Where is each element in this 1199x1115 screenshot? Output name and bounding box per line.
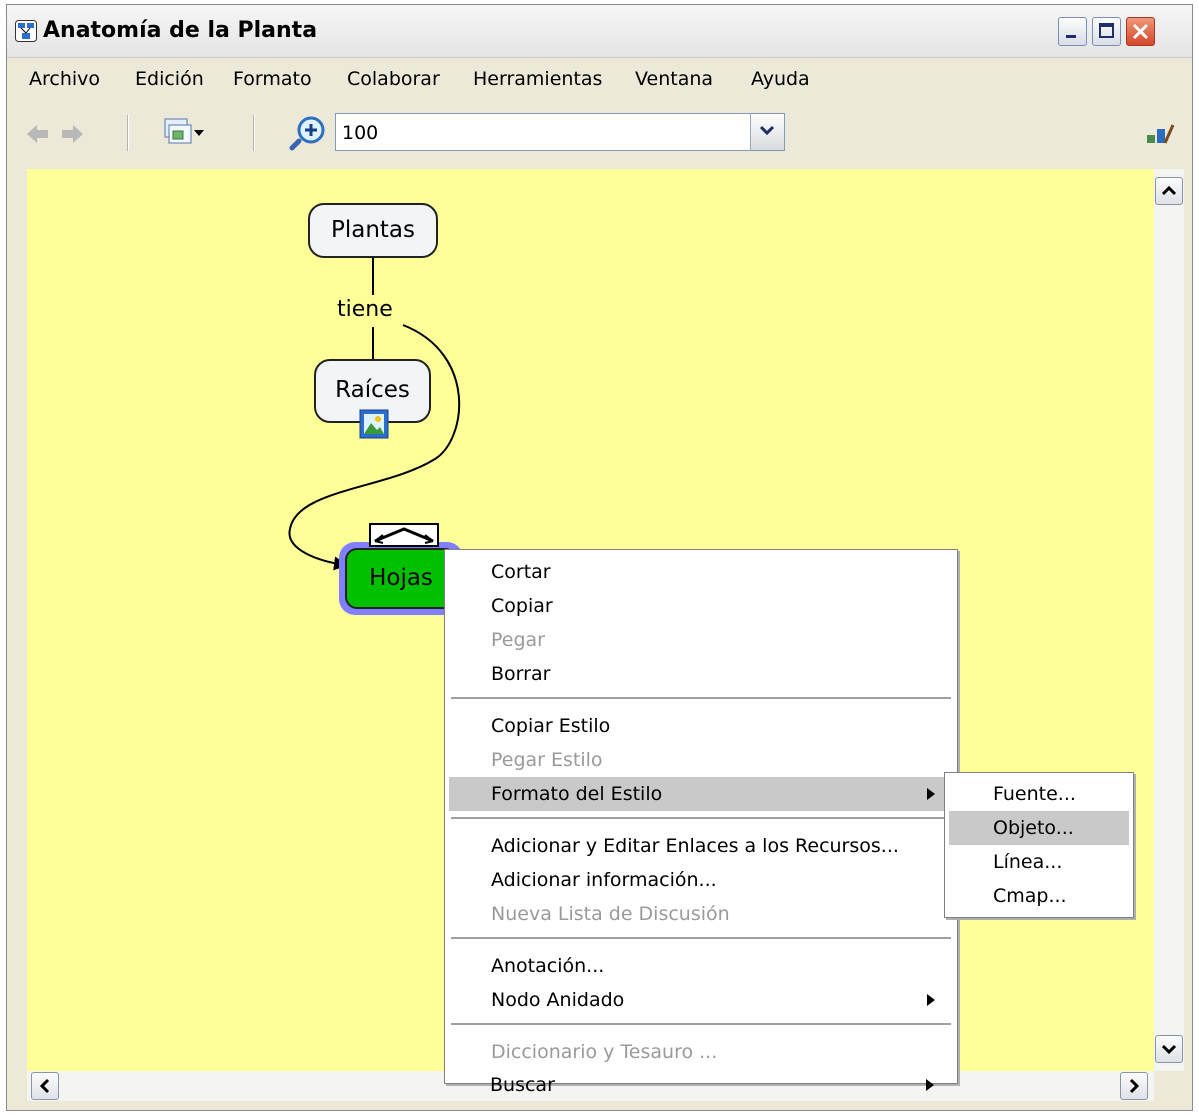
menu-item-copiar-estilo[interactable]: Copiar Estilo xyxy=(449,709,949,743)
submenu-item-linea[interactable]: Línea... xyxy=(949,845,1129,879)
chevron-down-icon xyxy=(759,125,775,136)
image-resource-icon[interactable] xyxy=(359,409,389,439)
close-button[interactable] xyxy=(1126,17,1155,46)
toolbar-separator xyxy=(253,115,255,151)
menu-item-label: Formato del Estilo xyxy=(491,783,663,805)
zoom-dropdown-button[interactable] xyxy=(750,114,784,150)
concept-node-hojas[interactable]: Hojas xyxy=(345,548,457,609)
menu-separator xyxy=(451,697,951,699)
chevron-left-icon xyxy=(39,1078,50,1094)
menu-item-label: Buscar xyxy=(490,1074,555,1096)
menu-colaborar[interactable]: Colaborar xyxy=(347,68,440,90)
vertical-scrollbar[interactable] xyxy=(1154,169,1184,1071)
scroll-left-button[interactable] xyxy=(31,1072,59,1100)
menu-item-pegar[interactable]: Pegar xyxy=(449,623,949,657)
chevron-right-icon xyxy=(1129,1078,1140,1094)
submenu-item-objeto[interactable]: Objeto... xyxy=(949,811,1129,845)
menu-item-adicionar-informacion[interactable]: Adicionar información... xyxy=(449,863,949,897)
menu-herramientas[interactable]: Herramientas xyxy=(473,68,602,90)
minimize-icon xyxy=(1066,35,1076,38)
concept-node-plantas[interactable]: Plantas xyxy=(308,203,438,258)
menu-edicion[interactable]: Edición xyxy=(135,68,204,90)
submenu-arrow-icon xyxy=(926,1079,934,1091)
style-palette-icon[interactable] xyxy=(1145,121,1175,147)
title-bar[interactable]: Anatomía de la Planta xyxy=(7,5,1192,58)
zoom-icon[interactable] xyxy=(289,115,327,151)
menu-separator xyxy=(451,937,951,939)
submenu-item-fuente[interactable]: Fuente... xyxy=(949,777,1129,811)
menu-item-nodo-anidado[interactable]: Nodo Anidado xyxy=(449,983,949,1017)
menu-item-anotacion[interactable]: Anotación... xyxy=(449,949,949,983)
close-icon xyxy=(1132,23,1149,40)
menu-ventana[interactable]: Ventana xyxy=(635,68,713,90)
maximize-icon xyxy=(1099,23,1114,38)
menu-separator xyxy=(451,1023,951,1025)
style-format-submenu: Fuente... Objeto... Línea... Cmap... xyxy=(944,772,1134,918)
menu-item-copiar[interactable]: Copiar xyxy=(449,589,949,623)
menu-item-formato-del-estilo[interactable]: Formato del Estilo xyxy=(449,777,949,811)
menu-archivo[interactable]: Archivo xyxy=(29,68,100,90)
window-title: Anatomía de la Planta xyxy=(43,18,318,43)
zoom-combobox[interactable]: 100 xyxy=(335,113,785,151)
submenu-arrow-icon xyxy=(927,994,935,1006)
menu-item-buscar[interactable]: Buscar xyxy=(448,1068,948,1102)
menu-item-label: Nodo Anidado xyxy=(491,989,625,1011)
back-arrow-icon[interactable] xyxy=(25,121,51,147)
context-menu: Cortar Copiar Pegar Borrar Copiar Estilo… xyxy=(444,549,958,1084)
resize-handle-icon[interactable] xyxy=(369,523,439,547)
menu-item-borrar[interactable]: Borrar xyxy=(449,657,949,691)
forward-arrow-icon[interactable] xyxy=(59,121,85,147)
menu-separator xyxy=(451,817,951,819)
maximize-button[interactable] xyxy=(1092,17,1121,46)
linking-phrase-tiene[interactable]: tiene xyxy=(335,297,395,322)
scroll-right-button[interactable] xyxy=(1120,1072,1148,1100)
view-options-icon[interactable] xyxy=(163,117,205,149)
zoom-value: 100 xyxy=(342,122,379,144)
chevron-down-icon xyxy=(1161,1044,1177,1055)
toolbar: 100 xyxy=(7,103,1192,165)
chevron-up-icon xyxy=(1161,185,1177,196)
menu-bar: Archivo Edición Formato Colaborar Herram… xyxy=(7,61,1192,97)
menu-item-adicionar-enlaces[interactable]: Adicionar y Editar Enlaces a los Recurso… xyxy=(449,829,949,863)
cmap-app-icon xyxy=(15,20,37,42)
menu-item-cortar[interactable]: Cortar xyxy=(449,555,949,589)
menu-formato[interactable]: Formato xyxy=(233,68,312,90)
menu-item-pegar-estilo[interactable]: Pegar Estilo xyxy=(449,743,949,777)
submenu-item-cmap[interactable]: Cmap... xyxy=(949,879,1129,913)
submenu-arrow-icon xyxy=(927,788,935,800)
minimize-button[interactable] xyxy=(1058,17,1087,46)
scroll-up-button[interactable] xyxy=(1155,177,1183,205)
toolbar-separator xyxy=(127,115,129,151)
menu-item-nueva-lista-discusion[interactable]: Nueva Lista de Discusión xyxy=(449,897,949,931)
menu-ayuda[interactable]: Ayuda xyxy=(751,68,810,90)
menu-item-diccionario-tesauro[interactable]: Diccionario y Tesauro ... xyxy=(449,1035,949,1069)
scroll-down-button[interactable] xyxy=(1155,1035,1183,1063)
